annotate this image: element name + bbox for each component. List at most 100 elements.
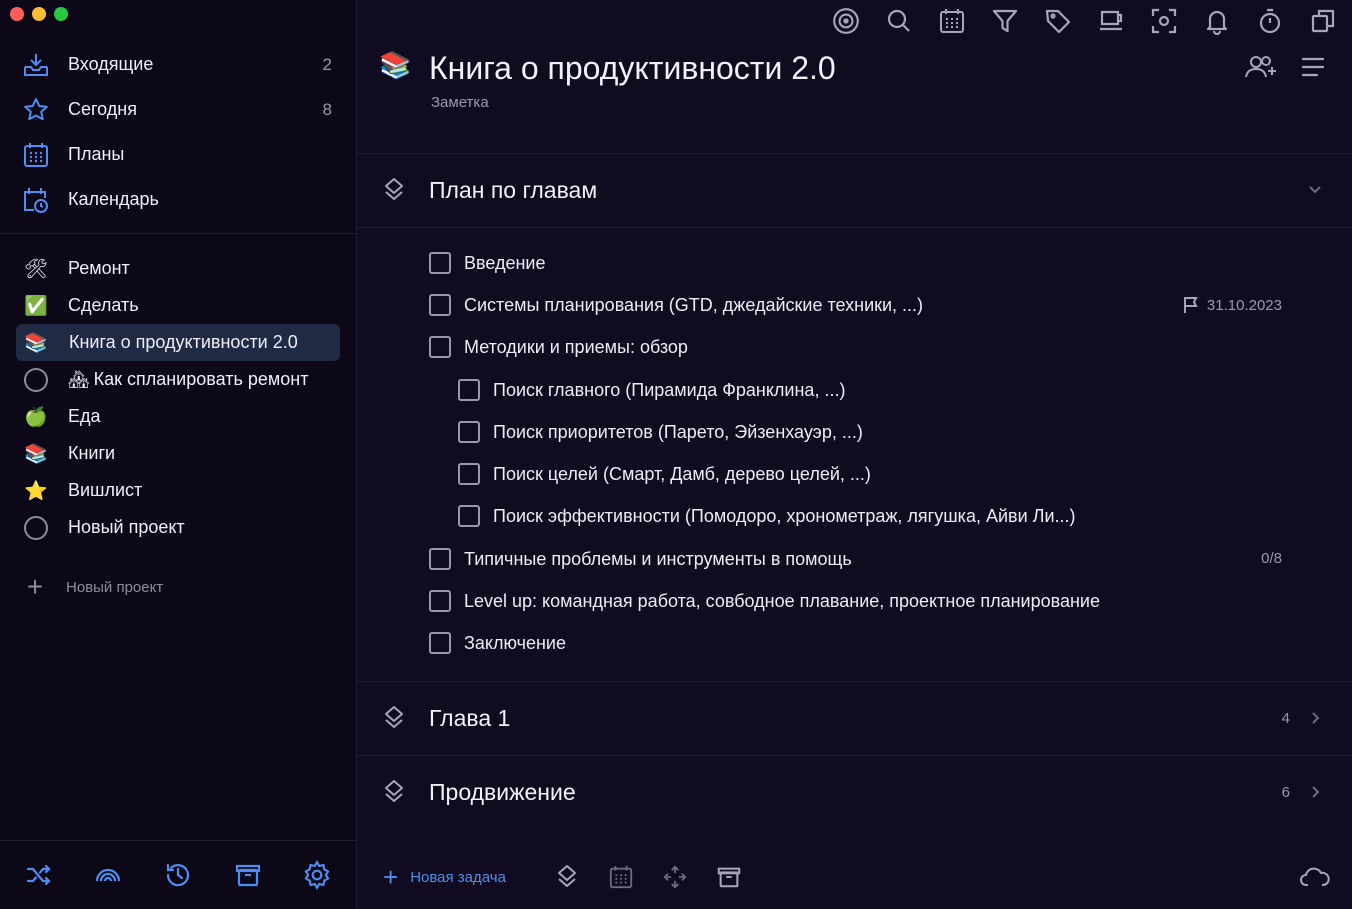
close-window-button[interactable]	[10, 7, 24, 21]
section-header[interactable]: План по главам	[357, 154, 1352, 226]
page-title[interactable]: Книга о продуктивности 2.0	[429, 50, 836, 87]
task-checkbox[interactable]	[429, 590, 451, 612]
project-item[interactable]: 🛠 Ремонт	[0, 250, 356, 287]
new-task-button[interactable]: + Новая задача	[383, 862, 506, 893]
task-text: Типичные проблемы и инструменты в помощь	[464, 548, 852, 569]
task-item[interactable]: Типичные проблемы и инструменты в помощь	[429, 540, 852, 578]
task-checkbox[interactable]	[429, 336, 451, 358]
project-label: Еда	[68, 406, 101, 426]
project-item[interactable]: 🍏 Еда	[0, 398, 356, 435]
task-checkbox[interactable]	[458, 421, 480, 443]
project-item[interactable]: ⭐ Вишлист	[0, 472, 356, 509]
project-label: Ремонт	[68, 258, 130, 278]
add-user-icon[interactable]	[1244, 52, 1278, 82]
footer-tools	[553, 863, 743, 891]
task-item[interactable]: Системы планирования (GTD, джедайские те…	[429, 286, 923, 324]
section-diamond-icon	[381, 177, 407, 203]
project-item[interactable]: 🏘 Как спланировать ремонт	[0, 361, 356, 398]
tag-icon[interactable]	[1041, 4, 1075, 38]
focus-icon[interactable]	[829, 4, 863, 38]
task-checkbox[interactable]	[458, 379, 480, 401]
task-item[interactable]: Заключение	[429, 624, 566, 662]
chevron-right-icon[interactable]	[1306, 783, 1324, 801]
task-item[interactable]: Методики и приемы: обзор	[429, 328, 688, 366]
project-label: Книга о продуктивности 2.0	[69, 332, 298, 352]
scan-icon[interactable]	[1147, 4, 1181, 38]
task-text: Поиск эффективности (Помодоро, хронометр…	[493, 505, 1076, 526]
plus-icon: +	[26, 571, 44, 602]
task-checkbox[interactable]	[458, 463, 480, 485]
menu-icon[interactable]	[1296, 52, 1330, 82]
cloud-sync-icon[interactable]	[1300, 863, 1330, 891]
task-item[interactable]: Level up: командная работа, совбодное пл…	[429, 582, 1100, 620]
project-item[interactable]: ✅ Сделать	[0, 287, 356, 324]
task-text: Поиск приоритетов (Парето, Эйзенхауэр, .…	[493, 421, 863, 442]
sidebar-item-inbox[interactable]: Входящие 2	[0, 42, 356, 87]
subtask-item[interactable]: Поиск эффективности (Помодоро, хронометр…	[458, 497, 1076, 535]
chevron-down-icon[interactable]	[1306, 181, 1324, 199]
sidebar-bottom-toolbar	[0, 840, 356, 909]
project-label: Как спланировать ремонт	[93, 369, 309, 389]
inbox-count: 2	[322, 54, 332, 74]
trash-icon[interactable]	[715, 863, 743, 891]
header-actions	[1244, 52, 1330, 82]
section-header[interactable]: Продвижение 6	[357, 756, 1352, 828]
subtask-item[interactable]: Поиск приоритетов (Парето, Эйзенхауэр, .…	[458, 413, 863, 451]
history-icon[interactable]	[161, 858, 195, 892]
project-item[interactable]: 📚 Книги	[0, 435, 356, 472]
subtask-item[interactable]: Поиск главного (Пирамида Франклина, ...)	[458, 371, 845, 409]
search-icon[interactable]	[882, 4, 916, 38]
trash-icon[interactable]	[231, 858, 265, 892]
timer-icon[interactable]	[1253, 4, 1287, 38]
chevron-right-icon[interactable]	[1306, 709, 1324, 727]
project-label: Вишлист	[68, 480, 143, 500]
task-checkbox[interactable]	[429, 632, 451, 654]
task-checkbox[interactable]	[429, 548, 451, 570]
tools-icon: 🛠	[23, 258, 49, 280]
sidebar-item-label: Планы	[68, 144, 125, 164]
task-checkbox[interactable]	[458, 505, 480, 527]
zoom-window-button[interactable]	[54, 7, 68, 21]
sidebar-divider	[0, 233, 356, 234]
section-diamond-icon	[381, 705, 407, 731]
task-text: Введение	[464, 252, 546, 273]
calendar-icon[interactable]	[935, 4, 969, 38]
sidebar-item-calendar[interactable]: Календарь	[0, 177, 356, 222]
sidebar-item-label: Входящие	[68, 54, 154, 74]
task-due-date[interactable]: 31.10.2023	[1182, 296, 1282, 314]
page-subtitle[interactable]: Заметка	[431, 94, 489, 111]
task-checkbox[interactable]	[429, 252, 451, 274]
new-project-button[interactable]: + Новый проект	[0, 567, 356, 607]
sidebar: Входящие 2 Сегодня 8 Планы Календарь 🛠 Р…	[0, 0, 357, 909]
calendar-icon[interactable]	[607, 863, 635, 891]
filter-icon[interactable]	[988, 4, 1022, 38]
sidebar-item-label: Сегодня	[68, 99, 137, 119]
windows-icon[interactable]	[1306, 4, 1340, 38]
minimize-window-button[interactable]	[32, 7, 46, 21]
project-label: Сделать	[68, 295, 139, 315]
task-checkbox[interactable]	[429, 294, 451, 316]
sidebar-item-plans[interactable]: Планы	[0, 132, 356, 177]
subtask-item[interactable]: Поиск целей (Смарт, Дамб, дерево целей, …	[458, 455, 871, 493]
section-header[interactable]: Глава 1 4	[357, 682, 1352, 754]
due-date-text: 31.10.2023	[1206, 296, 1282, 314]
rainbow-icon[interactable]	[91, 858, 125, 892]
gear-icon[interactable]	[300, 858, 334, 892]
top-toolbar	[829, 4, 1340, 38]
apple-icon: 🍏	[24, 406, 48, 428]
project-item-active[interactable]: 📚 Книга о продуктивности 2.0	[16, 324, 340, 361]
books-icon: 📚	[24, 443, 48, 465]
add-section-icon[interactable]	[553, 863, 581, 891]
project-item[interactable]: Новый проект	[0, 509, 356, 546]
shuffle-icon[interactable]	[22, 858, 56, 892]
bell-icon[interactable]	[1200, 4, 1234, 38]
window-controls	[10, 7, 68, 21]
move-icon[interactable]	[661, 863, 689, 891]
sidebar-item-today[interactable]: Сегодня 8	[0, 87, 356, 132]
coffee-icon[interactable]	[1094, 4, 1128, 38]
task-item[interactable]: Введение	[429, 244, 546, 282]
progress-text: 0/8	[1261, 550, 1282, 567]
star-icon	[22, 96, 50, 124]
new-task-label: Новая задача	[410, 868, 506, 886]
houses-icon: 🏘	[68, 369, 90, 389]
